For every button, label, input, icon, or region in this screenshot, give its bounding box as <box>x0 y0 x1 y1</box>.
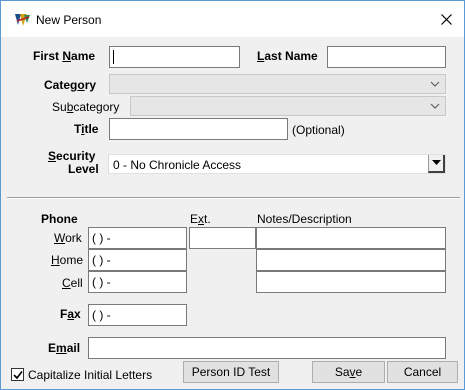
email-input[interactable] <box>88 337 446 359</box>
title-input[interactable] <box>109 118 288 140</box>
work-notes-input[interactable] <box>256 227 446 249</box>
cell-notes-input[interactable] <box>256 271 446 293</box>
ext-header: Ext. <box>190 212 211 226</box>
app-logo-icon <box>14 12 31 28</box>
work-label: Work <box>54 231 82 245</box>
chevron-down-icon <box>430 81 440 87</box>
home-phone-input[interactable]: ( ) - <box>88 249 187 271</box>
subcategory-label: Subcategory <box>52 100 120 114</box>
triangle-down-icon <box>432 160 441 165</box>
first-name-input[interactable] <box>109 46 240 68</box>
title-label: Title <box>74 122 99 136</box>
checkmark-icon <box>13 371 23 380</box>
home-label: Home <box>51 253 84 267</box>
phone-header: Phone <box>41 212 78 226</box>
capitalize-label: Capitalize Initial Letters <box>28 368 153 382</box>
security-label-line2: Level <box>68 162 99 176</box>
close-button[interactable] <box>432 9 460 31</box>
title-optional-hint: (Optional) <box>292 123 345 137</box>
last-name-label: Last Name <box>257 49 318 63</box>
chevron-down-icon <box>430 103 440 109</box>
security-level-value: 0 - No Chronicle Access <box>113 158 242 172</box>
person-id-test-button[interactable]: Person ID Test <box>183 361 279 383</box>
cancel-button[interactable]: Cancel <box>387 361 458 383</box>
notes-header: Notes/Description <box>257 212 352 226</box>
email-label: Email <box>48 341 81 355</box>
title-bar: New Person <box>1 1 464 37</box>
window-title: New Person <box>36 13 102 27</box>
first-name-label: First Name <box>33 49 96 63</box>
work-phone-input[interactable]: ( ) - <box>88 227 187 249</box>
close-icon <box>440 14 452 25</box>
security-label-line1: Security <box>48 149 96 163</box>
cell-phone-input[interactable]: ( ) - <box>88 271 187 293</box>
last-name-input[interactable] <box>327 46 446 68</box>
capitalize-checkbox[interactable] <box>11 368 24 381</box>
section-divider <box>7 197 460 199</box>
cell-label: Cell <box>62 276 83 290</box>
new-person-dialog: New Person First Name Last Name Category… <box>0 0 465 390</box>
fax-label: Fax <box>60 307 81 321</box>
security-level-select[interactable]: 0 - No Chronicle Access <box>108 154 446 174</box>
category-select[interactable] <box>109 74 446 94</box>
home-notes-input[interactable] <box>256 249 446 271</box>
security-dropdown-button[interactable] <box>428 155 445 173</box>
category-label: Category <box>44 78 97 92</box>
save-button[interactable]: Save <box>312 361 385 383</box>
work-ext-input[interactable] <box>189 227 256 249</box>
fax-input[interactable]: ( ) - <box>88 304 187 326</box>
subcategory-select[interactable] <box>130 96 446 116</box>
